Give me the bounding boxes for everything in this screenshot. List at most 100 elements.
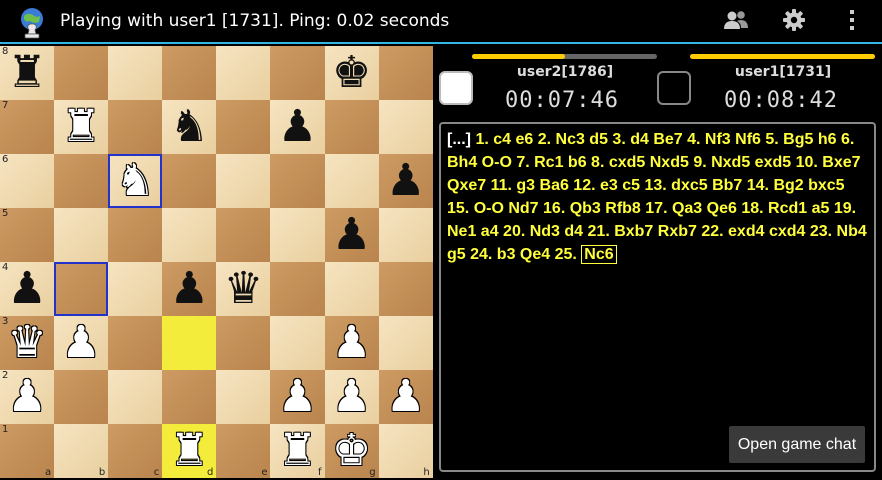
square-e7[interactable]	[216, 100, 271, 154]
square-b1[interactable]: b	[54, 424, 109, 478]
square-e1[interactable]: e	[216, 424, 271, 478]
player-right-clock: 00:08:42	[724, 88, 838, 113]
square-a6[interactable]: 6	[0, 154, 55, 208]
square-h4[interactable]	[378, 262, 433, 316]
square-h1[interactable]: h	[378, 424, 433, 478]
square-e3[interactable]	[216, 316, 271, 370]
current-move[interactable]: Nc6	[581, 245, 617, 264]
square-f8[interactable]	[270, 46, 325, 100]
square-h5[interactable]	[378, 208, 433, 262]
square-b5[interactable]	[54, 208, 109, 262]
square-c3[interactable]	[108, 316, 163, 370]
square-d3[interactable]	[162, 316, 217, 370]
white-rook-icon[interactable]: ♜	[278, 429, 317, 473]
black-pawn-icon[interactable]: ♟	[7, 267, 46, 311]
chess-board[interactable]: 8 ♜ ♚ 7 ♜ ♞ ♟ 6 ♞ ♟ 5 ♟ 4 ♟ ♟ ♛ 3 ♛ ♟ ♟ 2 ♟ ♟ ♟ ♟ 1 a b c d ♜ e f ♜ g ♚ h	[0, 46, 433, 478]
file-label: f	[318, 467, 322, 478]
overflow-menu-icon	[849, 9, 855, 35]
black-pawn-icon[interactable]: ♟	[332, 213, 371, 257]
square-b8[interactable]	[54, 46, 109, 100]
square-a1[interactable]: 1a	[0, 424, 55, 478]
square-f5[interactable]	[270, 208, 325, 262]
black-queen-icon[interactable]: ♛	[224, 267, 263, 311]
black-knight-icon[interactable]: ♞	[170, 105, 209, 149]
gear-icon	[782, 8, 806, 36]
white-king-icon[interactable]: ♚	[332, 429, 371, 473]
square-d7[interactable]: ♞	[162, 100, 217, 154]
square-f7[interactable]: ♟	[270, 100, 325, 154]
square-g1[interactable]: g ♚	[324, 424, 379, 478]
square-b4[interactable]	[54, 262, 109, 316]
square-f1[interactable]: f ♜	[270, 424, 325, 478]
square-g7[interactable]	[324, 100, 379, 154]
square-b2[interactable]	[54, 370, 109, 424]
overflow-menu-button[interactable]	[836, 6, 868, 38]
square-c1[interactable]: c	[108, 424, 163, 478]
square-e5[interactable]	[216, 208, 271, 262]
black-pawn-icon[interactable]: ♟	[278, 105, 317, 149]
square-f3[interactable]	[270, 316, 325, 370]
square-h7[interactable]	[378, 100, 433, 154]
square-a3[interactable]: 3 ♛	[0, 316, 55, 370]
square-e6[interactable]	[216, 154, 271, 208]
white-rook-icon[interactable]: ♜	[61, 105, 100, 149]
square-d4[interactable]: ♟	[162, 262, 217, 316]
square-d2[interactable]	[162, 370, 217, 424]
square-d6[interactable]	[162, 154, 217, 208]
square-d1[interactable]: d ♜	[162, 424, 217, 478]
square-c4[interactable]	[108, 262, 163, 316]
black-rook-icon[interactable]: ♜	[7, 51, 46, 95]
white-pawn-icon[interactable]: ♟	[332, 375, 371, 419]
square-c5[interactable]	[108, 208, 163, 262]
white-pawn-icon[interactable]: ♟	[332, 321, 371, 365]
white-pawn-icon[interactable]: ♟	[61, 321, 100, 365]
move-list[interactable]: [...] 1. c4 e6 2. Nc3 d5 3. d4 Be7 4. Nf…	[439, 122, 876, 472]
square-g8[interactable]: ♚	[324, 46, 379, 100]
square-f4[interactable]	[270, 262, 325, 316]
settings-button[interactable]	[778, 6, 810, 38]
square-e4[interactable]: ♛	[216, 262, 271, 316]
square-d8[interactable]	[162, 46, 217, 100]
square-d5[interactable]	[162, 208, 217, 262]
square-h2[interactable]: ♟	[378, 370, 433, 424]
square-b7[interactable]: ♜	[54, 100, 109, 154]
square-c7[interactable]	[108, 100, 163, 154]
square-g4[interactable]	[324, 262, 379, 316]
square-e8[interactable]	[216, 46, 271, 100]
open-game-chat-button[interactable]: Open game chat	[729, 426, 865, 463]
square-g2[interactable]: ♟	[324, 370, 379, 424]
black-pawn-icon[interactable]: ♟	[386, 159, 425, 203]
square-f2[interactable]: ♟	[270, 370, 325, 424]
square-g6[interactable]	[324, 154, 379, 208]
square-h8[interactable]	[378, 46, 433, 100]
action-bar: Playing with user1 [1731]. Ping: 0.02 se…	[0, 0, 882, 44]
square-f6[interactable]	[270, 154, 325, 208]
players-button[interactable]	[720, 6, 752, 38]
app-logo-icon[interactable]	[14, 4, 50, 40]
square-e2[interactable]	[216, 370, 271, 424]
square-c6[interactable]: ♞	[108, 154, 163, 208]
black-pawn-icon[interactable]: ♟	[170, 267, 209, 311]
square-h3[interactable]	[378, 316, 433, 370]
white-rook-icon[interactable]: ♜	[170, 429, 209, 473]
square-c8[interactable]	[108, 46, 163, 100]
file-label: e	[261, 467, 268, 478]
white-knight-icon[interactable]: ♞	[116, 159, 155, 203]
square-a4[interactable]: 4 ♟	[0, 262, 55, 316]
white-pawn-icon[interactable]: ♟	[7, 375, 46, 419]
square-h6[interactable]: ♟	[378, 154, 433, 208]
black-king-icon[interactable]: ♚	[332, 51, 371, 95]
square-a8[interactable]: 8 ♜	[0, 46, 55, 100]
move-list-text: 1. c4 e6 2. Nc3 d5 3. d4 Be7 4. Nf3 Nf6 …	[447, 131, 867, 263]
square-b6[interactable]	[54, 154, 109, 208]
square-b3[interactable]: ♟	[54, 316, 109, 370]
square-g5[interactable]: ♟	[324, 208, 379, 262]
white-queen-icon[interactable]: ♛	[7, 321, 46, 365]
square-a7[interactable]: 7	[0, 100, 55, 154]
square-a5[interactable]: 5	[0, 208, 55, 262]
square-a2[interactable]: 2 ♟	[0, 370, 55, 424]
white-pawn-icon[interactable]: ♟	[386, 375, 425, 419]
square-c2[interactable]	[108, 370, 163, 424]
white-pawn-icon[interactable]: ♟	[278, 375, 317, 419]
square-g3[interactable]: ♟	[324, 316, 379, 370]
